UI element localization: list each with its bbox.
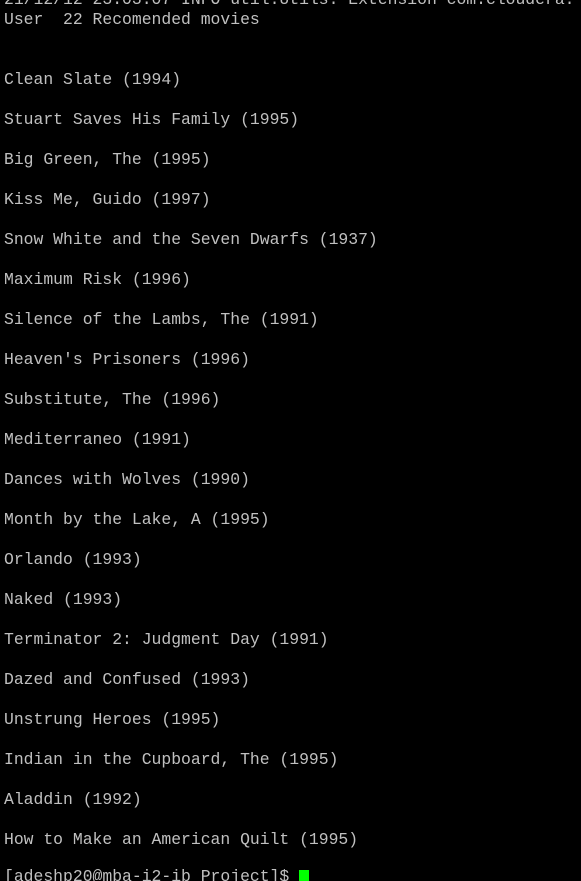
movie-line: Orlando (1993) bbox=[4, 550, 142, 569]
movie-line: Big Green, The (1995) bbox=[4, 150, 211, 169]
movie-line: Silence of the Lambs, The (1991) bbox=[4, 310, 319, 329]
movie-line: Maximum Risk (1996) bbox=[4, 270, 191, 289]
movie-line: Dances with Wolves (1990) bbox=[4, 470, 250, 489]
movie-line: Clean Slate (1994) bbox=[4, 70, 182, 89]
cursor-block bbox=[299, 870, 310, 881]
movie-line: Snow White and the Seven Dwarfs (1937) bbox=[4, 230, 378, 249]
movie-line: Month by the Lake, A (1995) bbox=[4, 510, 270, 529]
movie-line: Aladdin (1992) bbox=[4, 790, 142, 809]
movie-line: Kiss Me, Guido (1997) bbox=[4, 190, 211, 209]
terminal-window[interactable]: 21/12/12 23:03:07 INFO util.Utils: Exten… bbox=[0, 0, 581, 881]
movie-line: Mediterraneo (1991) bbox=[4, 430, 191, 449]
shell-prompt: [adeshp20@mba-i2-ib Project]$ bbox=[4, 867, 300, 881]
movie-line: Heaven's Prisoners (1996) bbox=[4, 350, 250, 369]
recommendation-header: User 22 Recomended movies bbox=[4, 10, 260, 29]
movie-line: Dazed and Confused (1993) bbox=[4, 670, 250, 689]
movie-line: Unstrung Heroes (1995) bbox=[4, 710, 221, 729]
movie-line: Terminator 2: Judgment Day (1991) bbox=[4, 630, 329, 649]
movie-line: How to Make an American Quilt (1995) bbox=[4, 830, 359, 849]
movie-line: Substitute, The (1996) bbox=[4, 390, 221, 409]
shell-prompt-line[interactable]: [adeshp20@mba-i2-ib Project]$ bbox=[4, 867, 310, 881]
movie-line: Naked (1993) bbox=[4, 590, 123, 609]
movie-line: Stuart Saves His Family (1995) bbox=[4, 110, 300, 129]
log-line: 21/12/12 23:03:07 INFO util.Utils: Exten… bbox=[4, 0, 575, 10]
movie-line: Indian in the Cupboard, The (1995) bbox=[4, 750, 339, 769]
